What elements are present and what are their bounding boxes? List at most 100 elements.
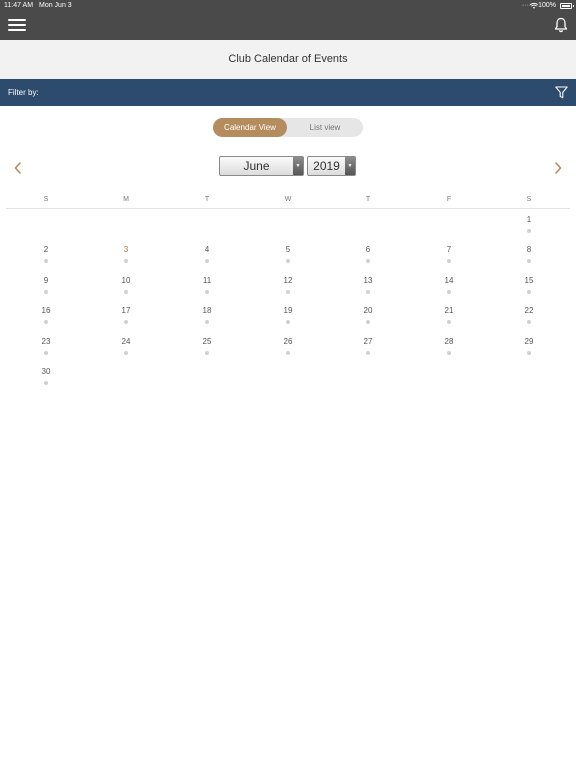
bell-icon[interactable] (554, 17, 568, 33)
event-dot-icon (286, 259, 290, 264)
calendar-day[interactable]: 24 (86, 337, 166, 365)
list-view-tab[interactable]: List view (287, 118, 363, 137)
year-value: 2019 (313, 159, 340, 173)
calendar-day-number: 29 (524, 336, 534, 346)
calendar-day[interactable]: 23 (6, 337, 86, 365)
calendar-day[interactable]: 9 (6, 276, 86, 304)
event-dot-icon (527, 289, 531, 294)
calendar-day-number: 12 (283, 275, 293, 285)
wifi-icon (530, 2, 538, 9)
nav-bar (0, 12, 576, 40)
weekday-tue: T (204, 196, 210, 203)
next-month-chevron-icon[interactable] (553, 161, 563, 175)
calendar-day[interactable]: 16 (6, 306, 86, 334)
event-dot-icon (124, 289, 128, 294)
event-dot-icon (44, 259, 48, 264)
calendar-day-number: 14 (444, 275, 454, 285)
weekday-sat: S (526, 196, 532, 203)
month-select[interactable]: June ▼ (219, 156, 304, 176)
calendar-day[interactable]: 1 (489, 215, 569, 243)
calendar-day[interactable]: 17 (86, 306, 166, 334)
battery-percent: 100% (538, 2, 556, 9)
calendar-day[interactable]: 12 (248, 276, 328, 304)
calendar-day-number: 30 (41, 367, 51, 376)
calendar-day-number: 24 (121, 336, 131, 346)
event-dot-icon (447, 350, 451, 355)
calendar-day[interactable]: 10 (86, 276, 166, 304)
calendar-day-number: 22 (524, 306, 534, 316)
calendar-day[interactable]: 7 (409, 245, 489, 273)
dropdown-arrow-icon: ▼ (345, 157, 355, 175)
event-dot-icon (44, 381, 48, 385)
calendar-day[interactable]: 6 (328, 245, 408, 273)
calendar-day[interactable]: 19 (248, 306, 328, 334)
calendar-day-number: 20 (363, 306, 373, 316)
event-dot-icon (366, 289, 370, 294)
month-value: June (243, 159, 270, 173)
calendar-day-number: 25 (202, 336, 212, 346)
event-dot-icon (527, 259, 531, 264)
event-dot-icon (366, 350, 370, 355)
filter-label: Filter by: (8, 88, 39, 97)
page-title-bar: Club Calendar of Events (0, 40, 576, 79)
calendar-day[interactable]: 8 (489, 245, 569, 273)
event-dot-icon (205, 289, 209, 294)
event-dot-icon (527, 320, 531, 325)
calendar-day[interactable]: 11 (167, 276, 247, 304)
event-dot-icon (44, 289, 48, 294)
calendar-day-number: 1 (526, 215, 532, 224)
calendar-day[interactable]: 4 (167, 245, 247, 273)
calendar-day[interactable]: 14 (409, 276, 489, 304)
hamburger-menu-icon[interactable] (8, 17, 26, 33)
weekday-thu: T (365, 196, 371, 203)
calendar-day[interactable]: 21 (409, 306, 489, 334)
calendar-day[interactable]: 2 (6, 245, 86, 273)
calendar-day-number: 2 (43, 245, 49, 255)
year-select[interactable]: 2019 ▼ (307, 156, 356, 176)
event-dot-icon (205, 259, 209, 264)
event-dot-icon (447, 320, 451, 325)
calendar-day[interactable]: 15 (489, 276, 569, 304)
calendar-day-number: 27 (363, 336, 373, 346)
calendar-view-tab[interactable]: Calendar View (213, 118, 287, 137)
calendar-day-number: 11 (202, 275, 212, 285)
status-time: 11:47 AM (4, 2, 34, 9)
calendar-day-number: 26 (283, 336, 293, 346)
filter-bar: Filter by: (0, 79, 576, 106)
event-dot-icon (366, 320, 370, 325)
calendar-day-number: 10 (121, 275, 131, 285)
calendar-day[interactable]: 13 (328, 276, 408, 304)
battery-icon (560, 3, 574, 9)
calendar-day-number: 19 (283, 306, 293, 316)
page-title: Club Calendar of Events (228, 53, 348, 65)
calendar-day-number: 21 (444, 306, 454, 316)
previous-month-chevron-icon[interactable] (13, 161, 23, 175)
calendar-day-number: 4 (204, 245, 210, 255)
calendar-day[interactable]: 22 (489, 306, 569, 334)
event-dot-icon (447, 259, 451, 264)
calendar-day[interactable]: 28 (409, 337, 489, 365)
calendar-day[interactable]: 20 (328, 306, 408, 334)
calendar-day-number: 23 (41, 336, 51, 346)
event-dot-icon (286, 350, 290, 355)
event-dot-icon (286, 289, 290, 294)
calendar-day[interactable]: 26 (248, 337, 328, 365)
status-bar: 11:47 AM Mon Jun 3 ····· 100% (0, 0, 576, 12)
calendar-day[interactable]: 27 (328, 337, 408, 365)
funnel-icon[interactable] (555, 86, 568, 99)
weekday-header: S M T W T F S (6, 193, 570, 209)
weekday-mon: M (123, 196, 129, 203)
calendar-day-number: 5 (285, 245, 291, 255)
event-dot-icon (124, 350, 128, 355)
calendar-day[interactable]: 30 (6, 367, 86, 395)
event-dot-icon (527, 350, 531, 355)
status-date: Mon Jun 3 (39, 2, 72, 9)
event-dot-icon (124, 259, 128, 264)
event-dot-icon (205, 320, 209, 325)
calendar-day[interactable]: 29 (489, 337, 569, 365)
calendar-day[interactable]: 5 (248, 245, 328, 273)
calendar-day[interactable]: 25 (167, 337, 247, 365)
calendar-day[interactable]: 18 (167, 306, 247, 334)
event-dot-icon (527, 229, 531, 233)
calendar-day[interactable]: 3 (86, 245, 166, 273)
